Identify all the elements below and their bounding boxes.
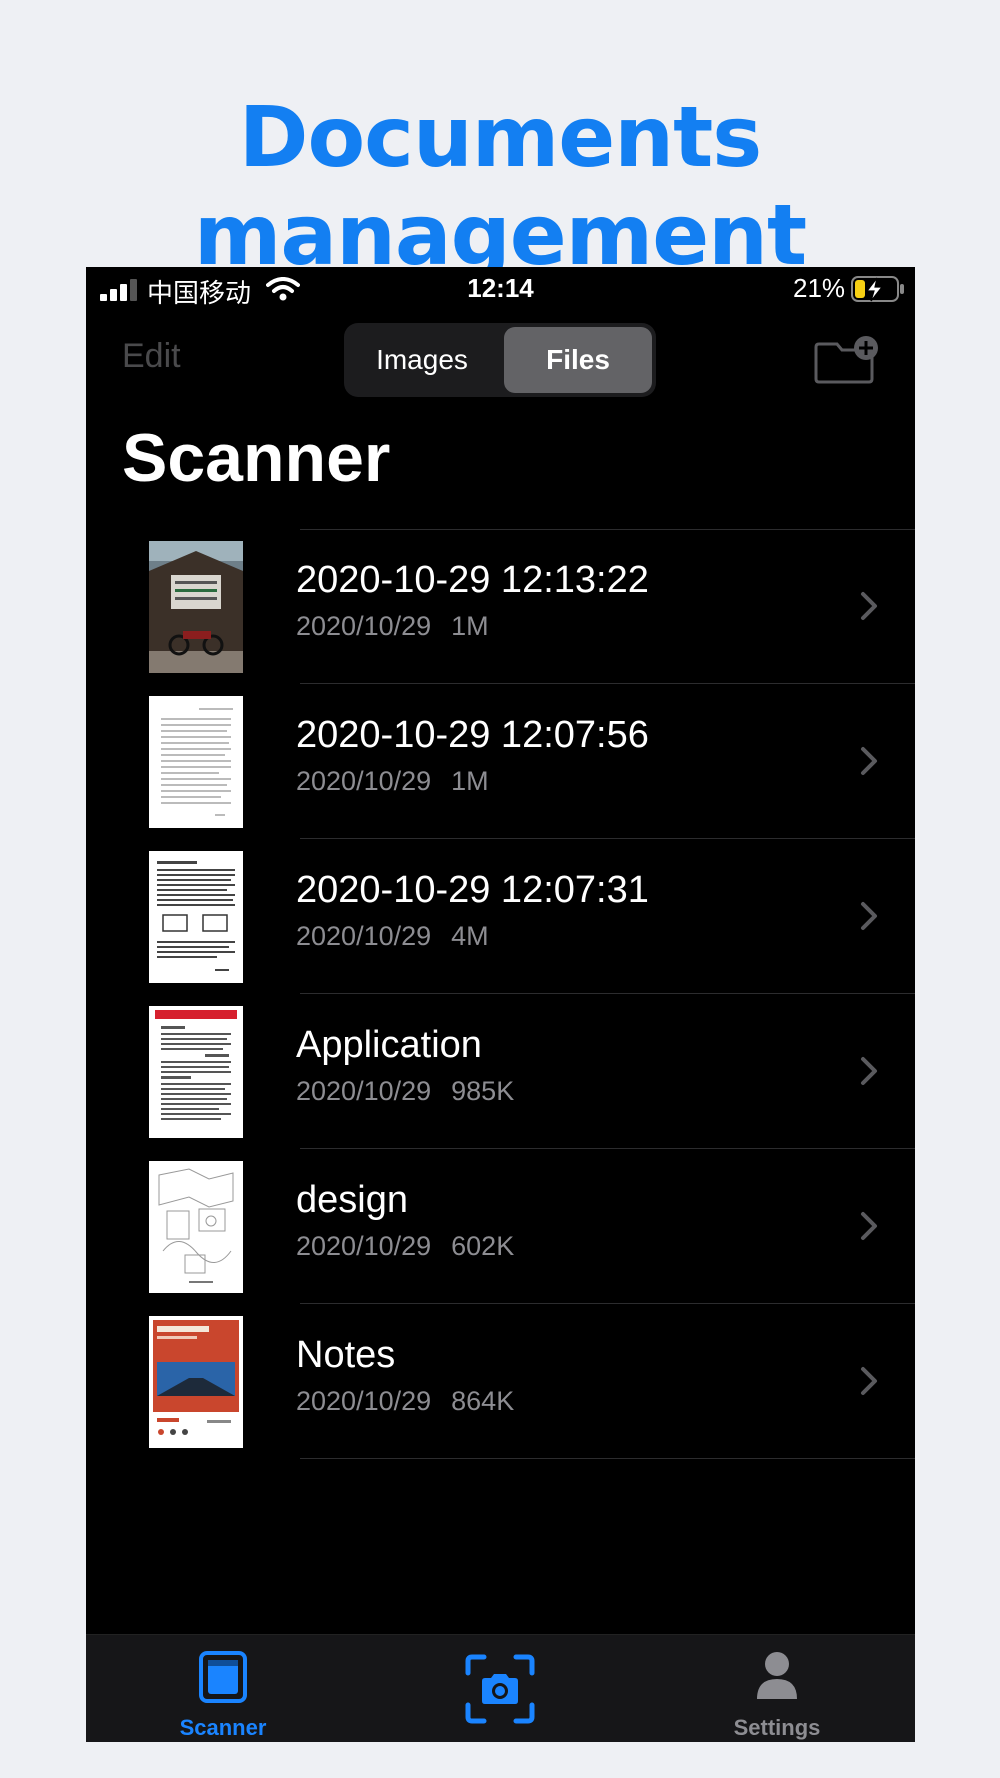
edit-button[interactable]: Edit <box>122 337 181 376</box>
list-item[interactable]: Notes 2020/10/29 864K <box>86 1304 915 1459</box>
camera-scan-icon <box>465 1654 535 1724</box>
file-date: 2020/10/29 <box>296 1076 432 1106</box>
file-title: Application <box>296 1024 482 1066</box>
chevron-right-icon <box>861 1057 877 1085</box>
thumbnail-image <box>149 1006 243 1138</box>
file-title: 2020-10-29 12:07:31 <box>296 869 649 911</box>
file-date: 2020/10/29 <box>296 921 432 951</box>
file-list: 2020-10-29 12:13:22 2020/10/29 1M 2020-1… <box>86 529 915 1459</box>
file-meta: 2020/10/29 4M <box>296 921 489 952</box>
phone-screen: 中国移动 12:14 21% Edit Images Files Scanner <box>86 267 915 1742</box>
thumbnail-image <box>149 1161 243 1293</box>
file-size: 602K <box>451 1231 515 1261</box>
file-title: 2020-10-29 12:07:56 <box>296 714 649 756</box>
list-item[interactable]: 2020-10-29 12:13:22 2020/10/29 1M <box>86 529 915 684</box>
file-date: 2020/10/29 <box>296 1231 432 1261</box>
chevron-right-icon <box>861 1212 877 1240</box>
tab-scanner-label: Scanner <box>179 1715 267 1740</box>
file-date: 2020/10/29 <box>296 611 432 641</box>
battery-charging-icon <box>851 276 904 302</box>
status-bar: 中国移动 12:14 21% <box>86 267 915 311</box>
battery-percent: 21% <box>793 273 846 303</box>
file-meta: 2020/10/29 1M <box>296 611 489 642</box>
file-meta: 2020/10/29 602K <box>296 1231 514 1262</box>
file-size: 1M <box>451 766 489 796</box>
file-size: 1M <box>451 611 489 641</box>
list-item[interactable]: 2020-10-29 12:07:31 2020/10/29 4M <box>86 839 915 994</box>
segment-images[interactable]: Images <box>348 327 496 393</box>
thumbnail-image <box>149 851 243 983</box>
list-item[interactable]: design 2020/10/29 602K <box>86 1149 915 1304</box>
file-size: 864K <box>451 1386 515 1416</box>
file-meta: 2020/10/29 1M <box>296 766 489 797</box>
list-item[interactable]: Application 2020/10/29 985K <box>86 994 915 1149</box>
chevron-right-icon <box>861 747 877 775</box>
file-meta: 2020/10/29 864K <box>296 1386 514 1417</box>
headline: Documents management <box>193 88 807 284</box>
new-folder-icon[interactable] <box>812 335 882 385</box>
tab-settings-label: Settings <box>733 1715 821 1740</box>
tab-settings[interactable]: Settings <box>700 1635 854 1742</box>
thumbnail-image <box>149 541 243 673</box>
file-size: 4M <box>451 921 489 951</box>
file-size: 985K <box>451 1076 515 1106</box>
file-date: 2020/10/29 <box>296 1386 432 1416</box>
segment-files[interactable]: Files <box>504 327 652 393</box>
chevron-right-icon <box>861 1367 877 1395</box>
document-icon <box>199 1651 247 1703</box>
list-item[interactable]: 2020-10-29 12:07:56 2020/10/29 1M <box>86 684 915 839</box>
file-title: Notes <box>296 1334 396 1376</box>
file-meta: 2020/10/29 985K <box>296 1076 514 1107</box>
file-title: design <box>296 1179 408 1221</box>
page-title: Scanner <box>122 420 391 496</box>
chevron-right-icon <box>861 902 877 930</box>
tab-bar: Scanner Settings <box>86 1634 915 1742</box>
tab-scanner[interactable]: Scanner <box>146 1635 300 1742</box>
person-icon <box>757 1652 797 1699</box>
chevron-right-icon <box>861 592 877 620</box>
status-time: 12:14 <box>467 273 534 303</box>
file-title: 2020-10-29 12:13:22 <box>296 559 649 601</box>
scan-camera-button[interactable] <box>450 1635 550 1742</box>
segmented-control: Images Files <box>344 323 656 397</box>
thumbnail-image <box>149 1316 243 1448</box>
file-date: 2020/10/29 <box>296 766 432 796</box>
thumbnail-image <box>149 696 243 828</box>
